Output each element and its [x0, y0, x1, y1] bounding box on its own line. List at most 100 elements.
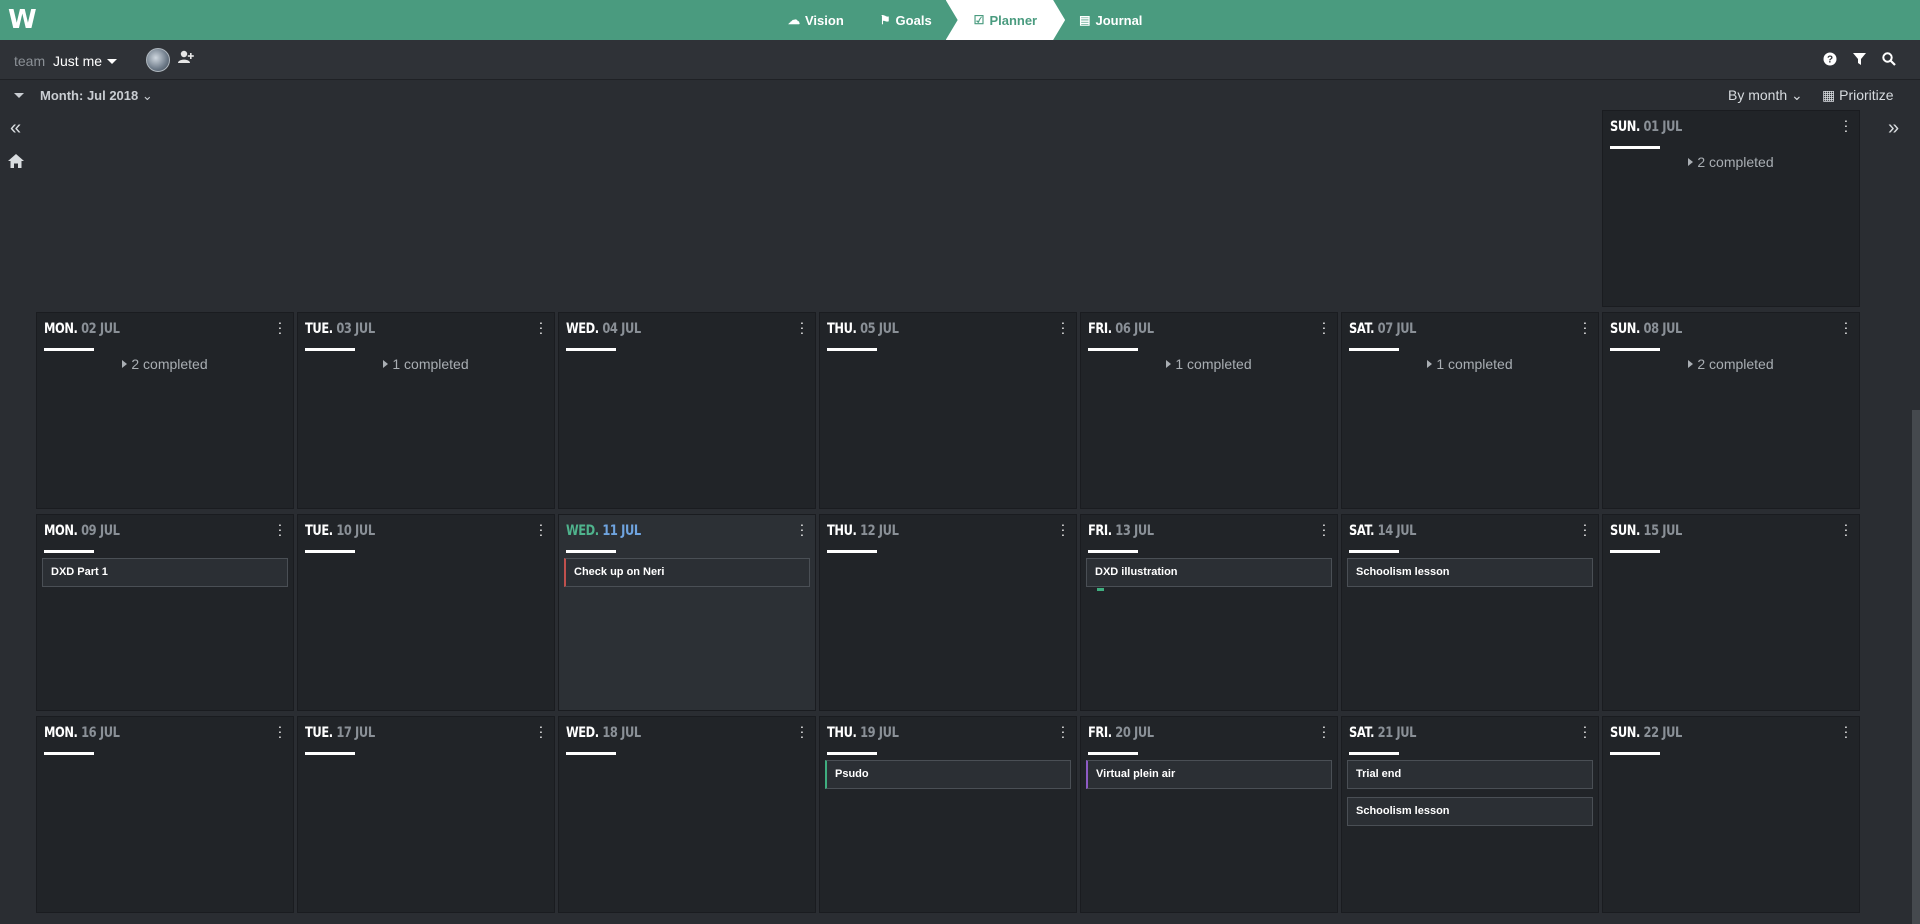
day-header: MON. 02 JUL [44, 321, 120, 337]
more-options-icon[interactable]: · · · [799, 315, 805, 339]
avatar[interactable] [146, 48, 170, 72]
caret-right-icon [1166, 360, 1172, 368]
more-options-icon[interactable]: · · · [1582, 517, 1588, 541]
day-date: 09 JUL [81, 523, 120, 539]
task-item[interactable]: DXD Part 1 [42, 558, 288, 587]
more-options-icon[interactable]: · · · [538, 517, 544, 541]
day-cell[interactable]: FRI. 13 JUL · · · DXD illustration [1080, 514, 1338, 711]
completed-toggle[interactable]: 2 completed [1603, 356, 1859, 372]
task-item[interactable]: Virtual plein air [1086, 760, 1332, 789]
day-of-week: SUN. [1610, 119, 1640, 135]
day-date: 20 JUL [1115, 725, 1154, 741]
day-cell[interactable]: WED. 18 JUL · · · [558, 716, 816, 913]
day-cell[interactable]: TUE. 03 JUL · · · 1 completed [297, 312, 555, 509]
more-options-icon[interactable]: · · · [1582, 719, 1588, 743]
completed-toggle[interactable]: 1 completed [1081, 356, 1337, 372]
day-cell[interactable]: FRI. 20 JUL · · · Virtual plein air [1080, 716, 1338, 913]
filter-icon[interactable] [1853, 52, 1866, 69]
day-date: 04 JUL [602, 321, 641, 337]
more-options-icon[interactable]: · · · [277, 315, 283, 339]
day-cell[interactable]: SAT. 14 JUL · · · Schoolism lesson [1341, 514, 1599, 711]
completed-toggle[interactable]: 2 completed [1603, 154, 1859, 170]
day-cell[interactable]: SUN. 15 JUL · · · [1602, 514, 1860, 711]
completed-toggle[interactable]: 1 completed [1342, 356, 1598, 372]
day-cell[interactable]: WED. 11 JUL · · · Check up on Neri [558, 514, 816, 711]
nav-item-vision[interactable]: ☁ Vision [770, 0, 862, 40]
day-cell[interactable]: TUE. 17 JUL · · · [297, 716, 555, 913]
more-options-icon[interactable]: · · · [538, 315, 544, 339]
scrollbar[interactable] [1912, 410, 1920, 924]
prioritize-button[interactable]: ▦ Prioritize [1822, 87, 1894, 104]
day-underline [1610, 752, 1660, 755]
expand-right-icon[interactable]: » [1888, 118, 1899, 138]
day-header: SUN. 15 JUL [1610, 523, 1682, 539]
day-cell[interactable]: THU. 12 JUL · · · [819, 514, 1077, 711]
more-options-icon[interactable]: · · · [1843, 517, 1849, 541]
day-cell[interactable]: MON. 09 JUL · · · DXD Part 1 [36, 514, 294, 711]
task-item[interactable]: Psudo [825, 760, 1071, 789]
day-cell[interactable]: MON. 02 JUL · · · 2 completed [36, 312, 294, 509]
nav-item-goals[interactable]: ⚑ Goals [862, 0, 950, 40]
more-options-icon[interactable]: · · · [799, 719, 805, 743]
more-options-icon[interactable]: · · · [1321, 517, 1327, 541]
view-mode-selector[interactable]: By month ⌄ [1728, 87, 1803, 104]
day-cell[interactable]: SAT. 21 JUL · · · Trial end Schoolism lesson [1341, 716, 1599, 913]
day-header: THU. 12 JUL [827, 523, 899, 539]
month-selector[interactable]: Month: Jul 2018 ⌄ [40, 88, 153, 104]
search-icon[interactable] [1882, 52, 1896, 69]
day-underline [1088, 550, 1138, 553]
task-item[interactable]: Trial end [1347, 760, 1593, 789]
day-cell[interactable]: THU. 19 JUL · · · Psudo [819, 716, 1077, 913]
more-options-icon[interactable]: · · · [1843, 113, 1849, 137]
more-options-icon[interactable]: · · · [1843, 719, 1849, 743]
more-options-icon[interactable]: · · · [1321, 719, 1327, 743]
task-item[interactable]: Check up on Neri [564, 558, 810, 587]
task-item[interactable]: Schoolism lesson [1347, 558, 1593, 587]
completed-toggle[interactable]: 1 completed [298, 356, 554, 372]
more-options-icon[interactable]: · · · [1321, 315, 1327, 339]
more-options-icon[interactable]: · · · [1060, 719, 1066, 743]
day-underline [305, 752, 355, 755]
day-of-week: WED. [566, 523, 599, 539]
day-cell[interactable]: SUN. 22 JUL · · · [1602, 716, 1860, 913]
day-date: 19 JUL [860, 725, 899, 741]
grid-icon: ▦ [1822, 87, 1836, 103]
more-options-icon[interactable]: · · · [799, 517, 805, 541]
app-logo[interactable]: W [8, 7, 38, 33]
day-cell[interactable]: SAT. 07 JUL · · · 1 completed [1341, 312, 1599, 509]
nav-item-journal[interactable]: ▤ Journal [1061, 0, 1160, 40]
day-date: 22 JUL [1643, 725, 1683, 741]
day-cell[interactable]: MON. 16 JUL · · · [36, 716, 294, 913]
more-options-icon[interactable]: · · · [1582, 315, 1588, 339]
more-options-icon[interactable]: · · · [1060, 315, 1066, 339]
task-item[interactable]: DXD illustration [1086, 558, 1332, 591]
completed-toggle[interactable]: 2 completed [37, 356, 293, 372]
day-cell[interactable]: WED. 04 JUL · · · [558, 312, 816, 509]
day-cell[interactable]: SUN. 08 JUL · · · 2 completed [1602, 312, 1860, 509]
day-date: 15 JUL [1643, 523, 1683, 539]
home-icon[interactable] [7, 153, 25, 174]
more-options-icon[interactable]: · · · [538, 719, 544, 743]
add-user-icon[interactable] [178, 50, 194, 67]
help-icon[interactable]: ? [1823, 52, 1837, 69]
day-cell[interactable]: FRI. 06 JUL · · · 1 completed [1080, 312, 1338, 509]
day-cell[interactable]: SUN. 01 JUL · · · 2 completed [1602, 110, 1860, 307]
day-header: SAT. 14 JUL [1349, 523, 1416, 539]
collapse-left-icon[interactable]: « [10, 118, 21, 138]
day-date: 13 JUL [1115, 523, 1154, 539]
day-of-week: MON. [44, 725, 78, 741]
task-label: DXD Part 1 [51, 566, 108, 578]
more-options-icon[interactable]: · · · [277, 517, 283, 541]
day-date: 10 JUL [336, 523, 375, 539]
team-selector[interactable]: Just me [53, 53, 118, 69]
day-cell[interactable]: THU. 05 JUL · · · [819, 312, 1077, 509]
day-header: FRI. 13 JUL [1088, 523, 1154, 539]
more-options-icon[interactable]: · · · [277, 719, 283, 743]
collapse-caret-icon[interactable] [14, 93, 24, 98]
task-item[interactable]: Schoolism lesson [1347, 797, 1593, 826]
more-options-icon[interactable]: · · · [1060, 517, 1066, 541]
day-cell[interactable]: TUE. 10 JUL · · · [297, 514, 555, 711]
nav-item-planner[interactable]: ☑ Planner [946, 0, 1065, 40]
more-options-icon[interactable]: · · · [1843, 315, 1849, 339]
nav-item-label: Goals [895, 12, 932, 28]
